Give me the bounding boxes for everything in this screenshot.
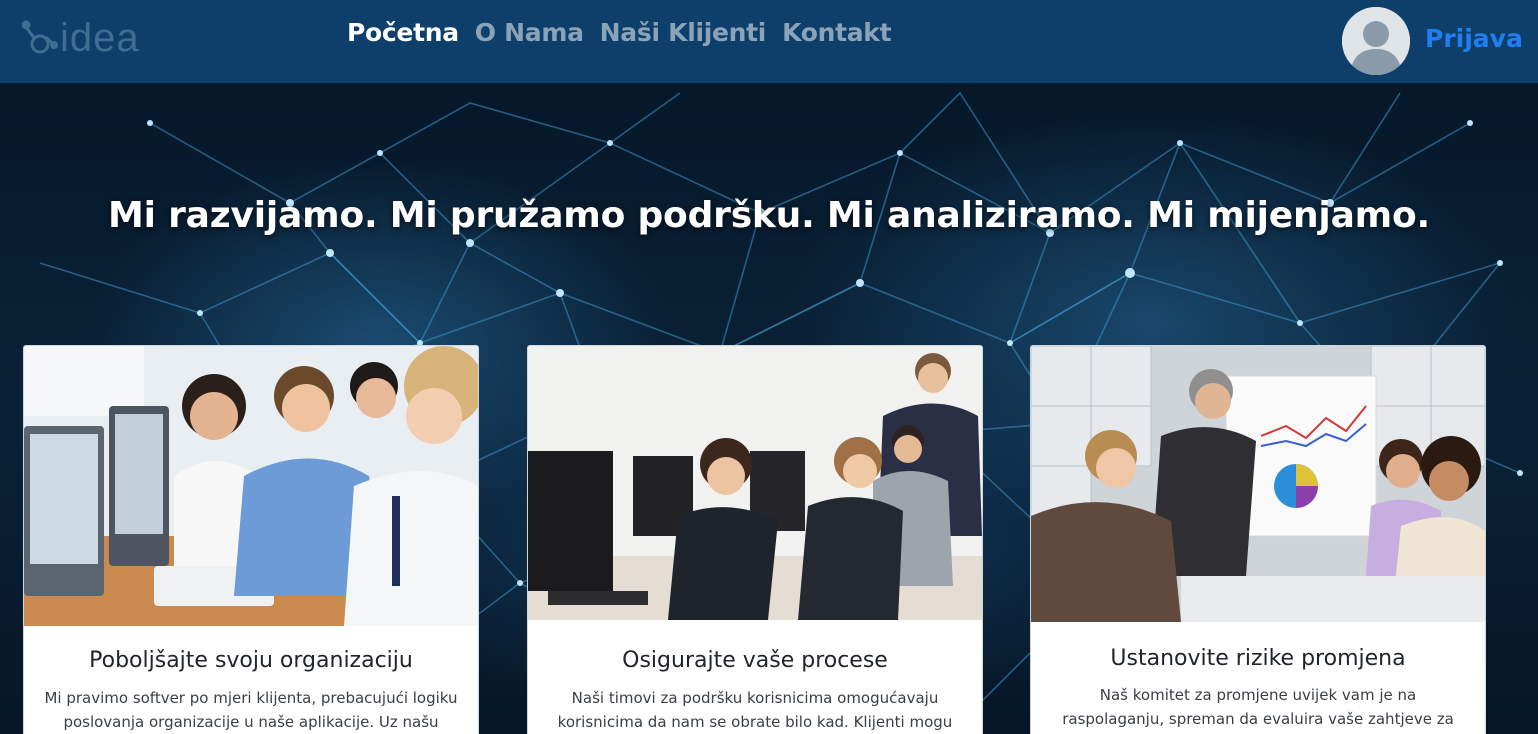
nav-item-pocetna[interactable]: Početna (347, 16, 459, 50)
card-title: Poboljšajte svoju organizaciju (89, 648, 413, 673)
card-title: Ustanovite rizike promjena (1110, 646, 1406, 671)
nav-item-kontakt[interactable]: Kontakt (782, 16, 892, 50)
feature-card-risks: Ustanovite rizike promjena Naš komitet z… (1030, 345, 1486, 734)
brand-name: idea (60, 16, 140, 60)
user-avatar-icon[interactable] (1342, 7, 1410, 75)
card-text: Naš komitet za promjene uvijek vam je na… (1062, 686, 1454, 728)
nav-item-o-nama[interactable]: O Nama (475, 16, 584, 50)
presentation-meeting-photo (1031, 346, 1485, 622)
feature-card-processes: Osigurajte vaše procese Naši timovi za p… (527, 345, 983, 734)
card-text: Mi pravimo softver po mjeri klijenta, pr… (44, 689, 458, 731)
molecule-icon (22, 18, 58, 58)
main-nav: Početna O Nama Naši Klijenti Kontakt (347, 16, 892, 50)
nav-item-nasi-klijenti[interactable]: Naši Klijenti (600, 16, 767, 50)
hero-section: Mi razvijamo. Mi pružamo podršku. Mi ana… (0, 83, 1538, 734)
login-link[interactable]: Prijava (1425, 22, 1523, 56)
feature-card-organization: Poboljšajte svoju organizaciju Mi pravim… (23, 345, 479, 734)
hero-headline: Mi razvijamo. Mi pružamo podršku. Mi ana… (108, 195, 1430, 236)
card-text: Naši timovi za podršku korisnicima omogu… (557, 689, 953, 731)
brand-logo[interactable]: idea (22, 16, 140, 60)
team-at-computers-photo (24, 346, 478, 626)
top-navbar: idea Početna O Nama Naši Klijenti Kontak… (0, 0, 1538, 83)
call-center-photo (528, 346, 982, 620)
card-title: Osigurajte vaše procese (622, 648, 888, 673)
